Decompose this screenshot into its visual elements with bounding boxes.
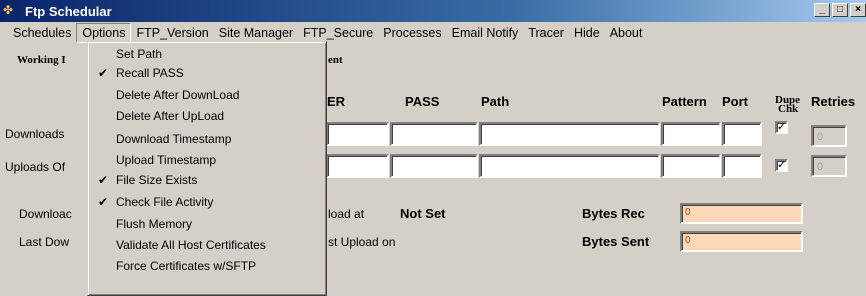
upload-dupe-checkbox[interactable]: ✓ — [775, 159, 788, 172]
chk-header: Chk — [778, 103, 799, 115]
download-user-field[interactable] — [326, 122, 389, 146]
menu-item-upload-timestamp[interactable]: Upload Timestamp — [88, 150, 326, 170]
upload-pattern-field[interactable] — [661, 154, 721, 178]
download-pattern-field[interactable] — [661, 122, 721, 146]
menu-schedules[interactable]: Schedules — [8, 23, 76, 43]
minimize-button[interactable]: _ — [814, 3, 830, 17]
downloads-label: Downloads — [5, 127, 65, 141]
menu-about[interactable]: About — [605, 23, 648, 43]
path-header: Path — [481, 94, 510, 109]
close-button[interactable]: × — [850, 3, 866, 17]
bytes-rec-label: Bytes Rec — [582, 206, 645, 221]
menu-hide[interactable]: Hide — [569, 23, 605, 43]
retries-header: Retries — [811, 94, 856, 109]
window-title: Ftp Schedular — [25, 3, 112, 19]
menu-item-delete-after-download[interactable]: Delete After DownLoad — [88, 85, 326, 105]
pattern-header: Pattern — [662, 94, 707, 109]
download-port-field[interactable] — [722, 122, 762, 146]
menu-item-validate-certificates[interactable]: Validate All Host Certificates — [88, 235, 326, 255]
checkmark-icon: ✔ — [98, 66, 109, 80]
menu-item-check-file-activity[interactable]: ✔ Check File Activity — [88, 192, 326, 212]
menu-item-force-certificates-sftp[interactable]: Force Certificates w/SFTP — [88, 256, 326, 276]
pass-header: PASS — [405, 94, 440, 109]
menu-email-notify[interactable]: Email Notify — [447, 23, 524, 43]
checkmark-icon: ✔ — [98, 173, 109, 187]
menu-item-download-timestamp[interactable]: Download Timestamp — [88, 129, 326, 149]
maximize-button[interactable]: □ — [832, 3, 848, 17]
working-label-suffix: ent — [328, 54, 343, 66]
uploads-label: Uploads Of — [5, 160, 66, 174]
upload-path-field[interactable] — [479, 154, 660, 178]
download-path-field[interactable] — [479, 122, 660, 146]
bytes-rec-field[interactable]: 0 — [680, 203, 803, 224]
working-label: Working I — [17, 54, 66, 66]
menu-item-delete-after-upload[interactable]: Delete After UpLoad — [88, 106, 326, 126]
upload-user-field[interactable] — [326, 154, 389, 178]
menu-ftp-version[interactable]: FTP_Version — [131, 23, 213, 43]
download-retries-field[interactable]: 0 — [811, 125, 847, 147]
menu-tracer[interactable]: Tracer — [523, 23, 569, 43]
last-upload-label: st Upload on — [328, 235, 396, 249]
bytes-sent-field[interactable]: 0 — [680, 231, 803, 252]
window-controls: _ □ × — [814, 3, 866, 17]
menu-processes[interactable]: Processes — [378, 23, 446, 43]
menu-item-file-size-exists[interactable]: ✔ File Size Exists — [88, 170, 326, 190]
upload-port-field[interactable] — [722, 154, 762, 178]
last-download-label: Last Dow — [19, 235, 70, 249]
upload-pass-field[interactable] — [390, 154, 478, 178]
menu-site-manager[interactable]: Site Manager — [214, 23, 298, 43]
user-header: ER — [327, 94, 346, 109]
options-dropdown-menu: Set Path ✔ Recall PASS Delete After DownL… — [87, 41, 327, 296]
download-status-label: Downloac — [19, 207, 72, 221]
port-header: Port — [722, 94, 748, 109]
app-icon: ✤ — [3, 3, 14, 17]
menu-item-set-path[interactable]: Set Path — [88, 44, 326, 64]
download-dupe-checkbox[interactable]: ✓ — [775, 121, 788, 134]
upload-at-label: load at — [328, 207, 365, 221]
menu-item-recall-pass[interactable]: ✔ Recall PASS — [88, 63, 326, 83]
title-bar[interactable]: ✤ Ftp Schedular _ □ × — [0, 0, 866, 22]
download-pass-field[interactable] — [390, 122, 478, 146]
upload-retries-field[interactable]: 0 — [811, 155, 847, 177]
menu-options[interactable]: Options — [76, 23, 132, 43]
bytes-sent-label: Bytes Sent — [582, 234, 650, 249]
menu-ftp-secure[interactable]: FTP_Secure — [298, 23, 378, 43]
upload-at-value: Not Set — [400, 206, 446, 221]
menu-item-flush-memory[interactable]: Flush Memory — [88, 214, 326, 234]
checkmark-icon: ✔ — [98, 195, 109, 209]
